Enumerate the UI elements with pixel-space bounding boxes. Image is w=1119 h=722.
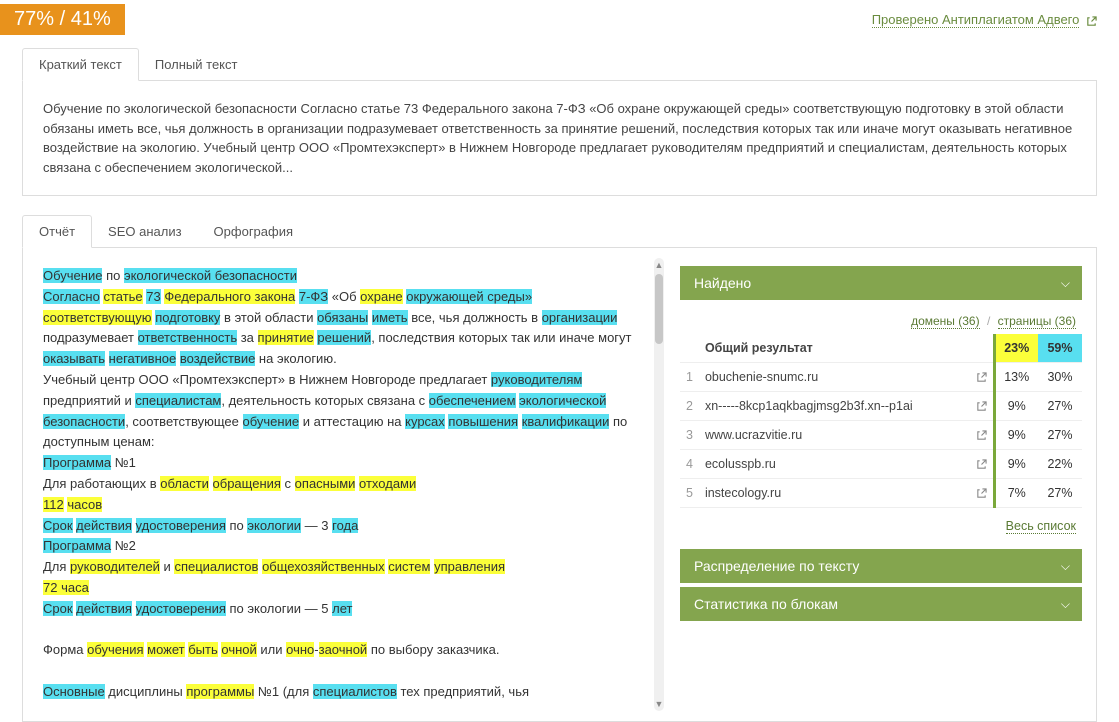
results-header-row: Общий результат 23% 59% (680, 334, 1082, 363)
external-link-icon (1086, 15, 1097, 27)
result-row[interactable]: 4ecolusspb.ru 9%22% (680, 450, 1082, 479)
report-content-column: Обучение по экологической безопасностиСо… (23, 248, 666, 721)
accordion-header[interactable]: Распределение по тексту⌵ (680, 549, 1082, 583)
row-domain: obuchenie-snumc.ru (699, 363, 970, 392)
short-text-panel: Обучение по экологической безопасности С… (22, 81, 1097, 196)
found-title: Найдено (694, 275, 751, 291)
row-percent-2: 30% (1038, 363, 1082, 392)
uniqueness-badge: 77% / 41% (0, 4, 125, 35)
external-link-icon[interactable] (970, 479, 995, 508)
external-link-icon[interactable] (970, 363, 995, 392)
scroll-down-icon[interactable]: ▼ (654, 697, 664, 711)
row-percent-2: 27% (1038, 421, 1082, 450)
checked-by-link[interactable]: Проверено Антиплагиатом Адвего (872, 12, 1080, 28)
row-index: 4 (680, 450, 699, 479)
overall-percent-1: 23% (994, 334, 1038, 363)
external-link-icon[interactable] (970, 421, 995, 450)
result-row[interactable]: 2xn-----8kcp1aqkbagjmsg2b3f.xn--p1ai 9%27… (680, 392, 1082, 421)
tab-полный-текст[interactable]: Полный текст (139, 49, 254, 80)
found-accordion-header[interactable]: Найдено ⌵ (680, 266, 1082, 300)
row-domain: www.ucrazvitie.ru (699, 421, 970, 450)
chevron-down-icon: ⌵ (1061, 597, 1070, 612)
overall-percent-2: 59% (1038, 334, 1082, 363)
highlighted-text: Обучение по экологической безопасностиСо… (43, 266, 658, 703)
found-subheader: домены (36) / страницы (36) (680, 304, 1082, 334)
result-row[interactable]: 3www.ucrazvitie.ru 9%27% (680, 421, 1082, 450)
row-percent-1: 9% (994, 392, 1038, 421)
row-percent-1: 13% (994, 363, 1038, 392)
row-percent-2: 27% (1038, 392, 1082, 421)
row-percent-2: 27% (1038, 479, 1082, 508)
results-table: Общий результат 23% 59% 1obuchenie-snumc… (680, 334, 1082, 508)
row-index: 3 (680, 421, 699, 450)
row-percent-1: 9% (994, 450, 1038, 479)
row-percent-2: 22% (1038, 450, 1082, 479)
row-index: 5 (680, 479, 699, 508)
row-domain: ecolusspb.ru (699, 450, 970, 479)
results-column: Найдено ⌵ домены (36) / страницы (36) Об… (666, 248, 1096, 721)
scrollbar-thumb[interactable] (655, 274, 663, 344)
row-index: 2 (680, 392, 699, 421)
tab-краткий-текст[interactable]: Краткий текст (22, 48, 139, 81)
external-link-icon[interactable] (970, 392, 995, 421)
result-row[interactable]: 5instecology.ru 7%27% (680, 479, 1082, 508)
row-domain: instecology.ru (699, 479, 970, 508)
tab-орфография[interactable]: Орфография (198, 216, 309, 247)
full-list-link[interactable]: Весь список (1006, 519, 1076, 534)
tab-seo-анализ[interactable]: SEO анализ (92, 216, 198, 247)
overall-label: Общий результат (699, 334, 970, 363)
pages-link[interactable]: страницы (36) (998, 314, 1076, 329)
accordion-header[interactable]: Статистика по блокам⌵ (680, 587, 1082, 621)
row-percent-1: 7% (994, 479, 1038, 508)
content-scrollbar[interactable]: ▲ ▼ (654, 258, 664, 711)
domains-link[interactable]: домены (36) (911, 314, 980, 329)
external-link-icon[interactable] (970, 450, 995, 479)
result-row[interactable]: 1obuchenie-snumc.ru 13%30% (680, 363, 1082, 392)
row-percent-1: 9% (994, 421, 1038, 450)
chevron-down-icon: ⌵ (1061, 276, 1070, 291)
row-domain: xn-----8kcp1aqkbagjmsg2b3f.xn--p1ai (699, 392, 970, 421)
tab-отчёт[interactable]: Отчёт (22, 215, 92, 248)
row-index: 1 (680, 363, 699, 392)
text-tabs: Краткий текстПолный текст (22, 47, 1097, 81)
chevron-down-icon: ⌵ (1061, 559, 1070, 574)
scroll-up-icon[interactable]: ▲ (654, 258, 664, 272)
report-tabs: ОтчётSEO анализОрфография (22, 214, 1097, 248)
